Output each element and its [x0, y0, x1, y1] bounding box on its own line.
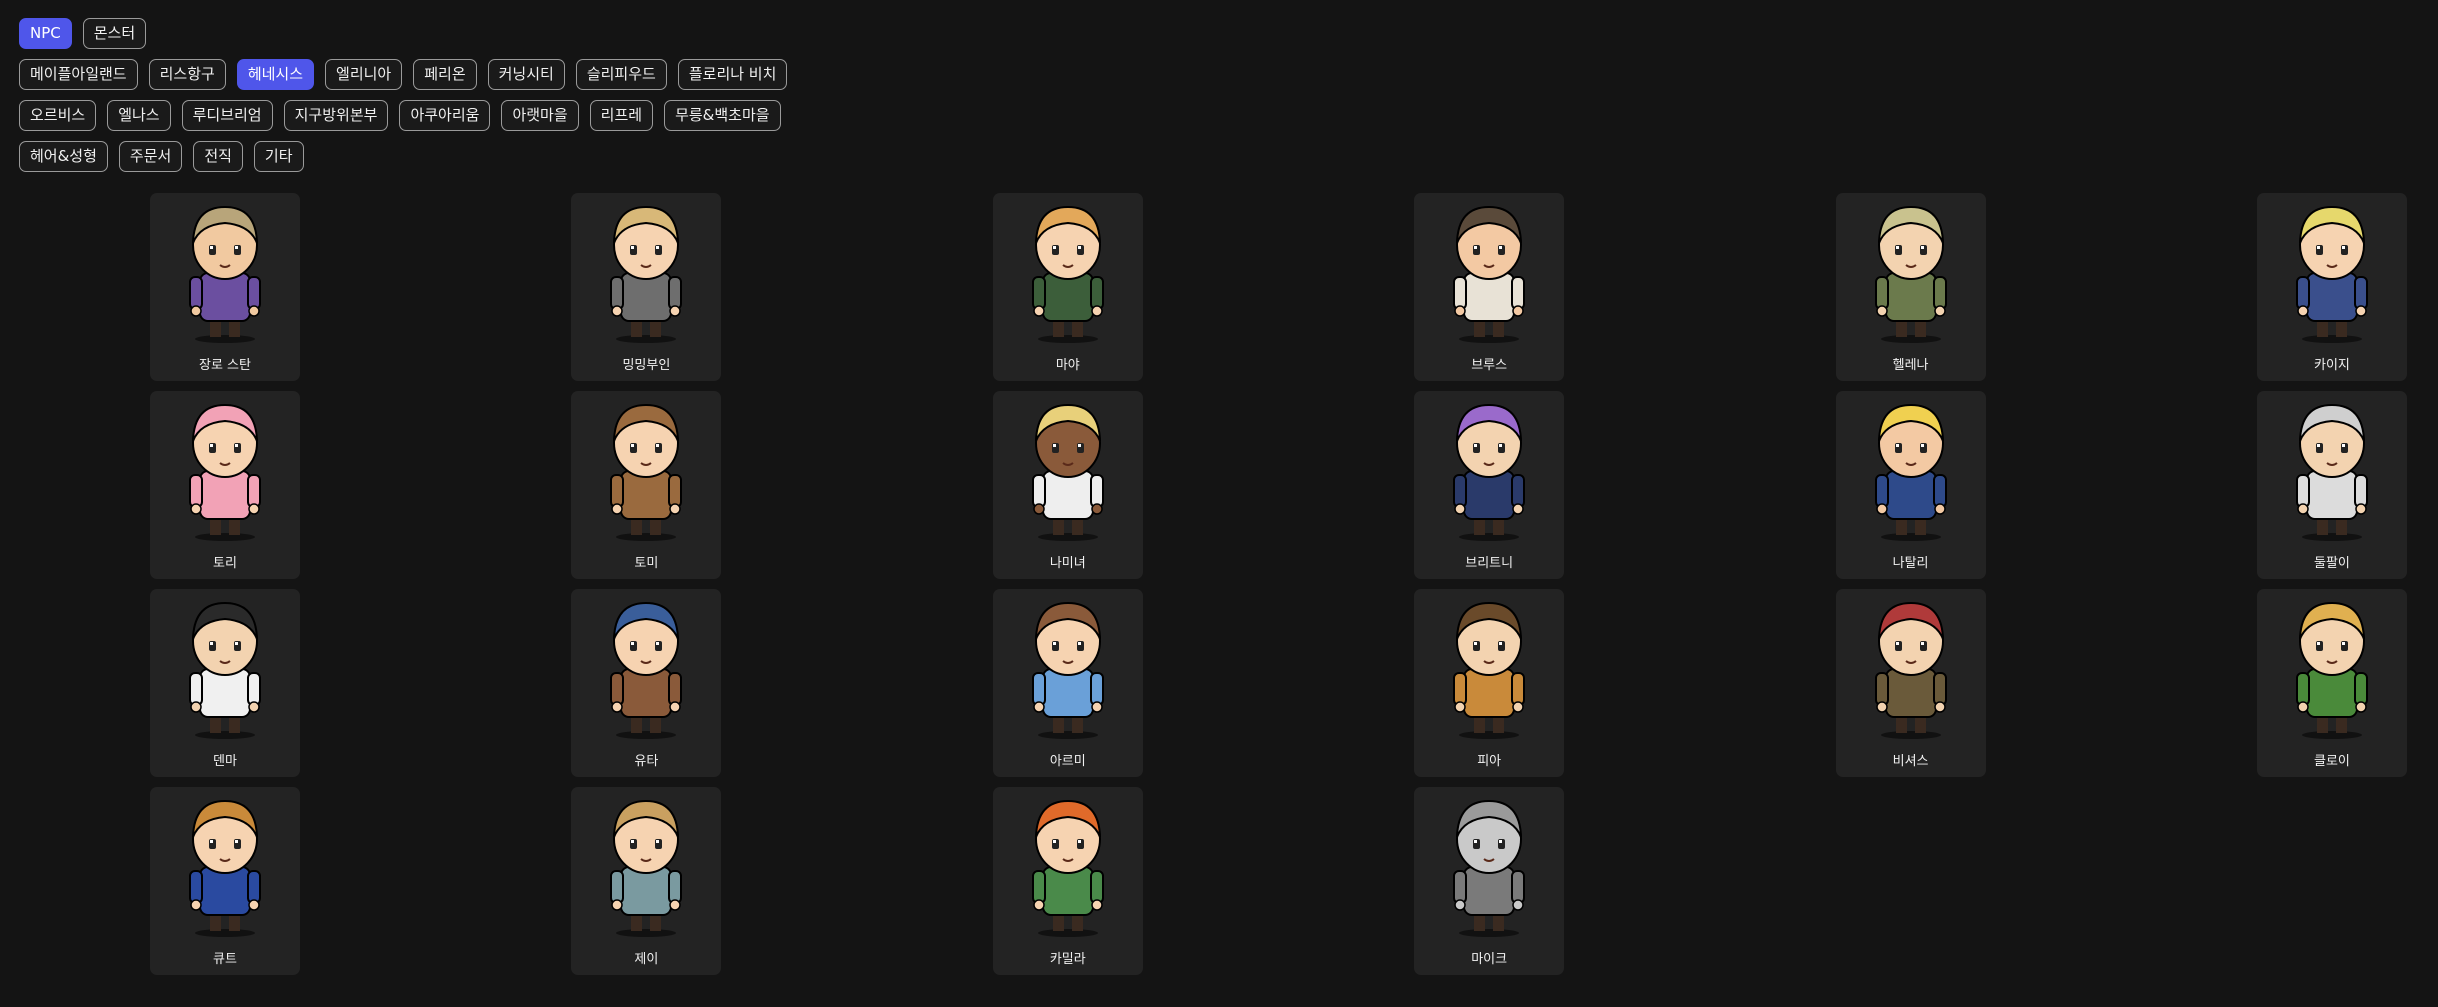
category-filter-chip[interactable]: 전직 — [193, 141, 243, 172]
region-filter-row: 메이플아일랜드 리스항구 헤네시스 엘리니아 페리온 커닝시티 슬리피우드 플로리나 비치 — [19, 59, 788, 92]
region-filter-chip[interactable]: 헤네시스 — [236, 59, 315, 90]
npc-name: 덴마 — [213, 754, 237, 769]
npc-portrait — [1428, 593, 1550, 741]
npc-portrait — [585, 593, 707, 741]
npc-card[interactable]: 마이크 — [1414, 787, 1565, 975]
npc-portrait — [2271, 197, 2393, 345]
type-filter-chip[interactable]: NPC — [19, 18, 72, 49]
npc-card[interactable]: 피아 — [1414, 589, 1565, 777]
npc-card[interactable]: 카이지 — [2256, 193, 2407, 381]
npc-portrait — [164, 395, 286, 543]
filter-panel: NPC 몬스터 메이플아일랜드 리스항구 헤네시스 엘리니아 페리온 커닝시티 슬리피우드 플로… — [19, 18, 788, 182]
npc-card[interactable]: 덴마 — [150, 589, 300, 777]
type-filter-chip[interactable]: 몬스터 — [82, 18, 147, 49]
npc-card[interactable]: 브리트니 — [1414, 391, 1565, 579]
npc-name: 유타 — [634, 754, 659, 769]
npc-portrait — [585, 197, 707, 345]
npc-portrait — [1850, 593, 1972, 741]
npc-name: 토미 — [634, 556, 659, 571]
type-filter-row: NPC 몬스터 — [19, 18, 787, 51]
npc-name: 나미녀 — [1049, 556, 1086, 571]
region-filter-chip[interactable]: 엘나스 — [107, 100, 171, 131]
npc-card[interactable]: 마야 — [992, 193, 1143, 381]
npc-portrait — [1428, 791, 1550, 939]
region-filter-chip[interactable]: 페리온 — [413, 59, 477, 90]
npc-name: 브루스 — [1471, 358, 1508, 373]
npc-card[interactable]: 밍밍부인 — [571, 193, 722, 381]
npc-name: 브리트니 — [1465, 556, 1514, 571]
region-filter-chip[interactable]: 무릉&백초마을 — [664, 100, 781, 131]
category-filter-chip[interactable]: 기타 — [253, 141, 304, 172]
npc-portrait — [1007, 197, 1129, 345]
npc-card[interactable]: 클로이 — [2256, 589, 2407, 777]
npc-card[interactable]: 유타 — [571, 589, 722, 777]
npc-card[interactable]: 토리 — [150, 391, 300, 579]
npc-name: 밍밍부인 — [622, 358, 671, 373]
npc-portrait — [1428, 197, 1550, 345]
region-filter-chip[interactable]: 아쿠아리움 — [399, 100, 491, 131]
npc-portrait — [1428, 395, 1550, 543]
region-filter-chip[interactable]: 커닝시티 — [487, 59, 565, 90]
npc-name: 아르미 — [1049, 754, 1086, 769]
region-filter-chip[interactable]: 아랫마을 — [501, 100, 579, 131]
npc-card[interactable]: 토미 — [571, 391, 722, 579]
npc-portrait — [2271, 395, 2393, 543]
npc-portrait — [585, 395, 707, 543]
region-filter-chip[interactable]: 루디브리엄 — [181, 100, 273, 131]
npc-portrait — [164, 593, 286, 741]
region-filter-chip[interactable]: 슬리피우드 — [575, 59, 667, 90]
npc-card[interactable]: 큐트 — [150, 787, 300, 975]
npc-portrait — [164, 197, 286, 345]
region-filter-row: 오르비스 엘나스 루디브리엄 지구방위본부 아쿠아리움 아랫마을 리프레 무릉&백초마을 — [19, 100, 787, 133]
npc-name: 피아 — [1477, 754, 1502, 769]
npc-name: 제이 — [634, 952, 659, 967]
region-filter-chip[interactable]: 플로리나 비치 — [677, 59, 788, 90]
npc-name: 카이지 — [2314, 358, 2350, 373]
category-filter-row: 헤어&성형 주문서 전직 기타 — [19, 141, 787, 174]
npc-name: 헬레나 — [1892, 358, 1929, 373]
npc-name: 나탈리 — [1892, 556, 1929, 571]
npc-grid: 장로 스탄 밍밍부인 마야 브루스 헬레나 카이지토리 토미 나미녀 브리트니 나탈리 둘팔이덴마 유… — [150, 193, 2407, 975]
npc-card[interactable]: 헬레나 — [1835, 193, 1986, 381]
npc-card[interactable]: 아르미 — [992, 589, 1143, 777]
npc-portrait — [164, 791, 286, 939]
npc-portrait — [2271, 593, 2393, 741]
region-filter-chip[interactable]: 메이플아일랜드 — [19, 59, 138, 90]
npc-card[interactable]: 장로 스탄 — [150, 193, 300, 381]
npc-name: 카밀라 — [1049, 952, 1086, 967]
npc-name: 큐트 — [213, 952, 237, 967]
npc-name: 비셔스 — [1892, 754, 1929, 769]
category-filter-chip[interactable]: 주문서 — [118, 141, 183, 172]
npc-card[interactable]: 카밀라 — [992, 787, 1143, 975]
npc-portrait — [1850, 197, 1972, 345]
region-filter-chip[interactable]: 오르비스 — [19, 100, 97, 131]
npc-card[interactable]: 나미녀 — [992, 391, 1143, 579]
category-filter-chip[interactable]: 헤어&성형 — [19, 141, 108, 172]
region-filter-chip[interactable]: 리프레 — [589, 100, 654, 131]
npc-portrait — [585, 791, 707, 939]
npc-name: 클로이 — [2314, 754, 2350, 769]
npc-portrait — [1007, 791, 1129, 939]
region-filter-chip[interactable]: 지구방위본부 — [283, 100, 389, 131]
npc-name: 토리 — [213, 556, 237, 571]
region-filter-chip[interactable]: 리스항구 — [148, 59, 226, 90]
npc-name: 장로 스탄 — [199, 358, 251, 373]
npc-name: 마이크 — [1471, 952, 1508, 967]
npc-portrait — [1007, 593, 1129, 741]
npc-portrait — [1850, 395, 1972, 543]
npc-card[interactable]: 비셔스 — [1835, 589, 1986, 777]
npc-portrait — [1007, 395, 1129, 543]
region-filter-chip[interactable]: 엘리니아 — [325, 59, 403, 90]
npc-name: 마야 — [1055, 358, 1080, 373]
npc-card[interactable]: 나탈리 — [1835, 391, 1986, 579]
npc-card[interactable]: 둘팔이 — [2256, 391, 2407, 579]
npc-card[interactable]: 제이 — [571, 787, 722, 975]
npc-card[interactable]: 브루스 — [1414, 193, 1565, 381]
npc-name: 둘팔이 — [2314, 556, 2350, 571]
